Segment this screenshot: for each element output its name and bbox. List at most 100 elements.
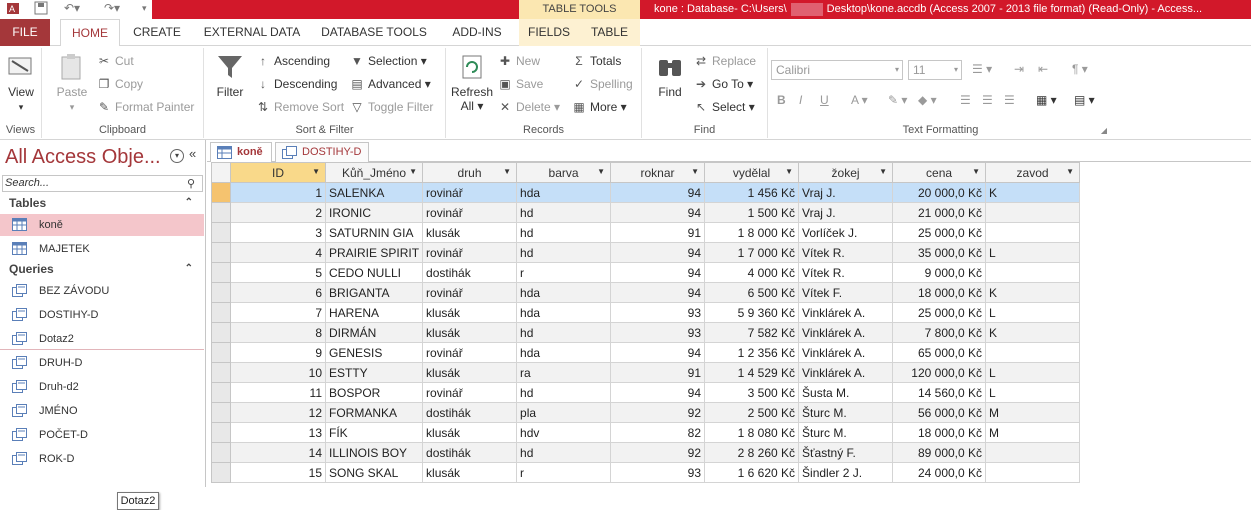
table-cell[interactable]: FORMANKA: [324, 402, 424, 423]
dialog-launcher-icon[interactable]: ◢: [1101, 126, 1107, 135]
table-cell[interactable]: SATURNIN GIA: [324, 222, 424, 243]
column-dropdown-icon[interactable]: ▼: [879, 167, 887, 176]
table-row[interactable]: 5 CEDO NULLI dostihák r 94 4 000 Kč Vítek R. 9 …: [211, 262, 1081, 283]
table-cell[interactable]: 91: [610, 222, 706, 243]
filter-button[interactable]: Filter: [210, 52, 250, 99]
table-cell[interactable]: L: [985, 382, 1081, 403]
save-icon[interactable]: [34, 1, 48, 18]
table-cell[interactable]: 94: [610, 202, 706, 223]
table-cell[interactable]: 13: [230, 422, 326, 443]
toggle-filter-button[interactable]: ▽ Toggle Filter: [350, 100, 433, 114]
table-cell[interactable]: 89 000,0 Kč: [892, 442, 987, 463]
table-row[interactable]: 3 SATURNIN GIA klusák hd 91 1 8 000 Kč Vorlíče…: [211, 222, 1081, 243]
paragraph-direction-icon[interactable]: ¶ ▾: [1072, 62, 1088, 76]
italic-button[interactable]: I: [799, 93, 802, 107]
table-row[interactable]: 15 SONG SKAL klusák r 93 1 6 620 Kč Šindler 2 …: [211, 462, 1081, 483]
table-cell[interactable]: 15: [230, 462, 326, 483]
bold-button[interactable]: B: [777, 93, 786, 107]
table-cell[interactable]: 12: [230, 402, 326, 423]
save-record-button[interactable]: ▣ Save: [498, 77, 543, 91]
record-selector[interactable]: [211, 242, 231, 263]
table-cell[interactable]: 94: [610, 342, 706, 363]
table-cell[interactable]: 9 000,0 Kč: [892, 262, 987, 283]
doc-tab-dostihy-d[interactable]: DOSTIHY-D: [275, 142, 369, 162]
column-dropdown-icon[interactable]: ▼: [409, 167, 417, 176]
cut-button[interactable]: ✂ Cut: [97, 54, 134, 68]
table-cell[interactable]: BRIGANTA: [324, 282, 424, 303]
gridlines-icon[interactable]: ▦ ▾: [1036, 93, 1057, 107]
record-selector[interactable]: [211, 422, 231, 443]
nav-item-kone-table[interactable]: koně: [0, 214, 204, 236]
table-row[interactable]: 7 HARENA klusák hda 93 5 9 360 Kč Vinklárek A.…: [211, 302, 1081, 323]
indent-icon[interactable]: ⇥: [1014, 62, 1024, 76]
table-cell[interactable]: DIRMÁN: [324, 322, 424, 343]
table-cell[interactable]: 93: [610, 302, 706, 323]
table-cell[interactable]: Šťastný F.: [798, 442, 894, 463]
table-cell[interactable]: Vinklárek A.: [798, 302, 894, 323]
table-cell[interactable]: 18 000,0 Kč: [892, 422, 987, 443]
record-selector[interactable]: [211, 322, 231, 343]
table-cell[interactable]: 94: [610, 182, 706, 203]
table-row[interactable]: 6 BRIGANTA rovinář hda 94 6 500 Kč Vítek F. 18 …: [211, 282, 1081, 303]
record-selector[interactable]: [211, 462, 231, 483]
table-cell[interactable]: 6: [230, 282, 326, 303]
table-cell[interactable]: 94: [610, 282, 706, 303]
new-record-button[interactable]: ✚ New: [498, 54, 540, 68]
table-cell[interactable]: 10: [230, 362, 326, 383]
table-cell[interactable]: 6 500 Kč: [704, 282, 800, 303]
record-selector[interactable]: [211, 342, 231, 363]
view-button[interactable]: View ▾: [3, 52, 39, 113]
table-cell[interactable]: 65 000,0 Kč: [892, 342, 987, 363]
table-cell[interactable]: 25 000,0 Kč: [892, 302, 987, 323]
tab-home[interactable]: HOME: [60, 19, 120, 47]
table-cell[interactable]: SONG SKAL: [324, 462, 424, 483]
tables-header[interactable]: Tables ⌃: [0, 193, 205, 213]
table-cell[interactable]: r: [516, 462, 612, 483]
table-cell[interactable]: 82: [610, 422, 706, 443]
spelling-button[interactable]: ✓ Spelling: [572, 77, 633, 91]
record-selector[interactable]: [211, 442, 231, 463]
queries-header[interactable]: Queries ⌃: [0, 259, 205, 279]
descending-button[interactable]: ↓ Descending: [256, 77, 337, 91]
table-cell[interactable]: ra: [516, 362, 612, 383]
tab-database-tools[interactable]: DATABASE TOOLS: [316, 19, 432, 46]
table-cell[interactable]: 92: [610, 442, 706, 463]
table-cell[interactable]: 7 582 Kč: [704, 322, 800, 343]
table-row[interactable]: 4 PRAIRIE SPIRIT rovinář hd 94 1 7 000 Kč Víte…: [211, 242, 1081, 263]
table-row[interactable]: 9 GENESIS rovinář hda 94 1 2 356 Kč Vinklárek …: [211, 342, 1081, 363]
table-cell[interactable]: hd: [516, 242, 612, 263]
nav-item-query[interactable]: DRUH-D: [0, 352, 204, 374]
table-cell[interactable]: rovinář: [422, 382, 518, 403]
table-cell[interactable]: 7 800,0 Kč: [892, 322, 987, 343]
tab-fields[interactable]: FIELDS: [519, 19, 579, 46]
column-header[interactable]: roknar ▼: [610, 162, 706, 183]
paste-button[interactable]: Paste ▾: [50, 52, 94, 113]
column-header[interactable]: barva ▼: [516, 162, 612, 183]
outdent-icon[interactable]: ⇤: [1038, 62, 1048, 76]
selection-button[interactable]: ▼ Selection ▾: [350, 54, 427, 68]
table-row[interactable]: 2 IRONIC rovinář hd 94 1 500 Kč Vraj J. 21 000,…: [211, 202, 1081, 223]
table-cell[interactable]: Šturc M.: [798, 422, 894, 443]
table-cell[interactable]: K: [985, 182, 1081, 203]
background-color-icon[interactable]: ◆ ▾: [918, 93, 937, 107]
table-cell[interactable]: dostihák: [422, 262, 518, 283]
table-cell[interactable]: 4: [230, 242, 326, 263]
table-row[interactable]: 1 SALENKA rovinář hda 94 1 456 Kč Vraj J. 20 00…: [211, 182, 1081, 203]
highlight-icon[interactable]: ✎ ▾: [888, 93, 907, 107]
find-button[interactable]: Find: [650, 52, 690, 99]
table-cell[interactable]: CEDO NULLI: [324, 262, 424, 283]
table-cell[interactable]: Vinklárek A.: [798, 342, 894, 363]
advanced-button[interactable]: ▤ Advanced ▾: [350, 77, 430, 91]
column-dropdown-icon[interactable]: ▼: [972, 167, 980, 176]
table-cell[interactable]: 1 7 000 Kč: [704, 242, 800, 263]
column-header[interactable]: žokej ▼: [798, 162, 894, 183]
table-cell[interactable]: 1 6 620 Kč: [704, 462, 800, 483]
record-selector[interactable]: [211, 262, 231, 283]
column-dropdown-icon[interactable]: ▼: [597, 167, 605, 176]
alternate-row-color-icon[interactable]: ▤ ▾: [1074, 93, 1095, 107]
font-size-select[interactable]: 11 ▾: [908, 60, 962, 80]
table-cell[interactable]: klusák: [422, 362, 518, 383]
record-selector[interactable]: [211, 182, 231, 203]
table-row[interactable]: 8 DIRMÁN klusák hd 93 7 582 Kč Vinklárek A. 7 8…: [211, 322, 1081, 343]
nav-item-query[interactable]: BEZ ZÁVODU: [0, 280, 204, 302]
